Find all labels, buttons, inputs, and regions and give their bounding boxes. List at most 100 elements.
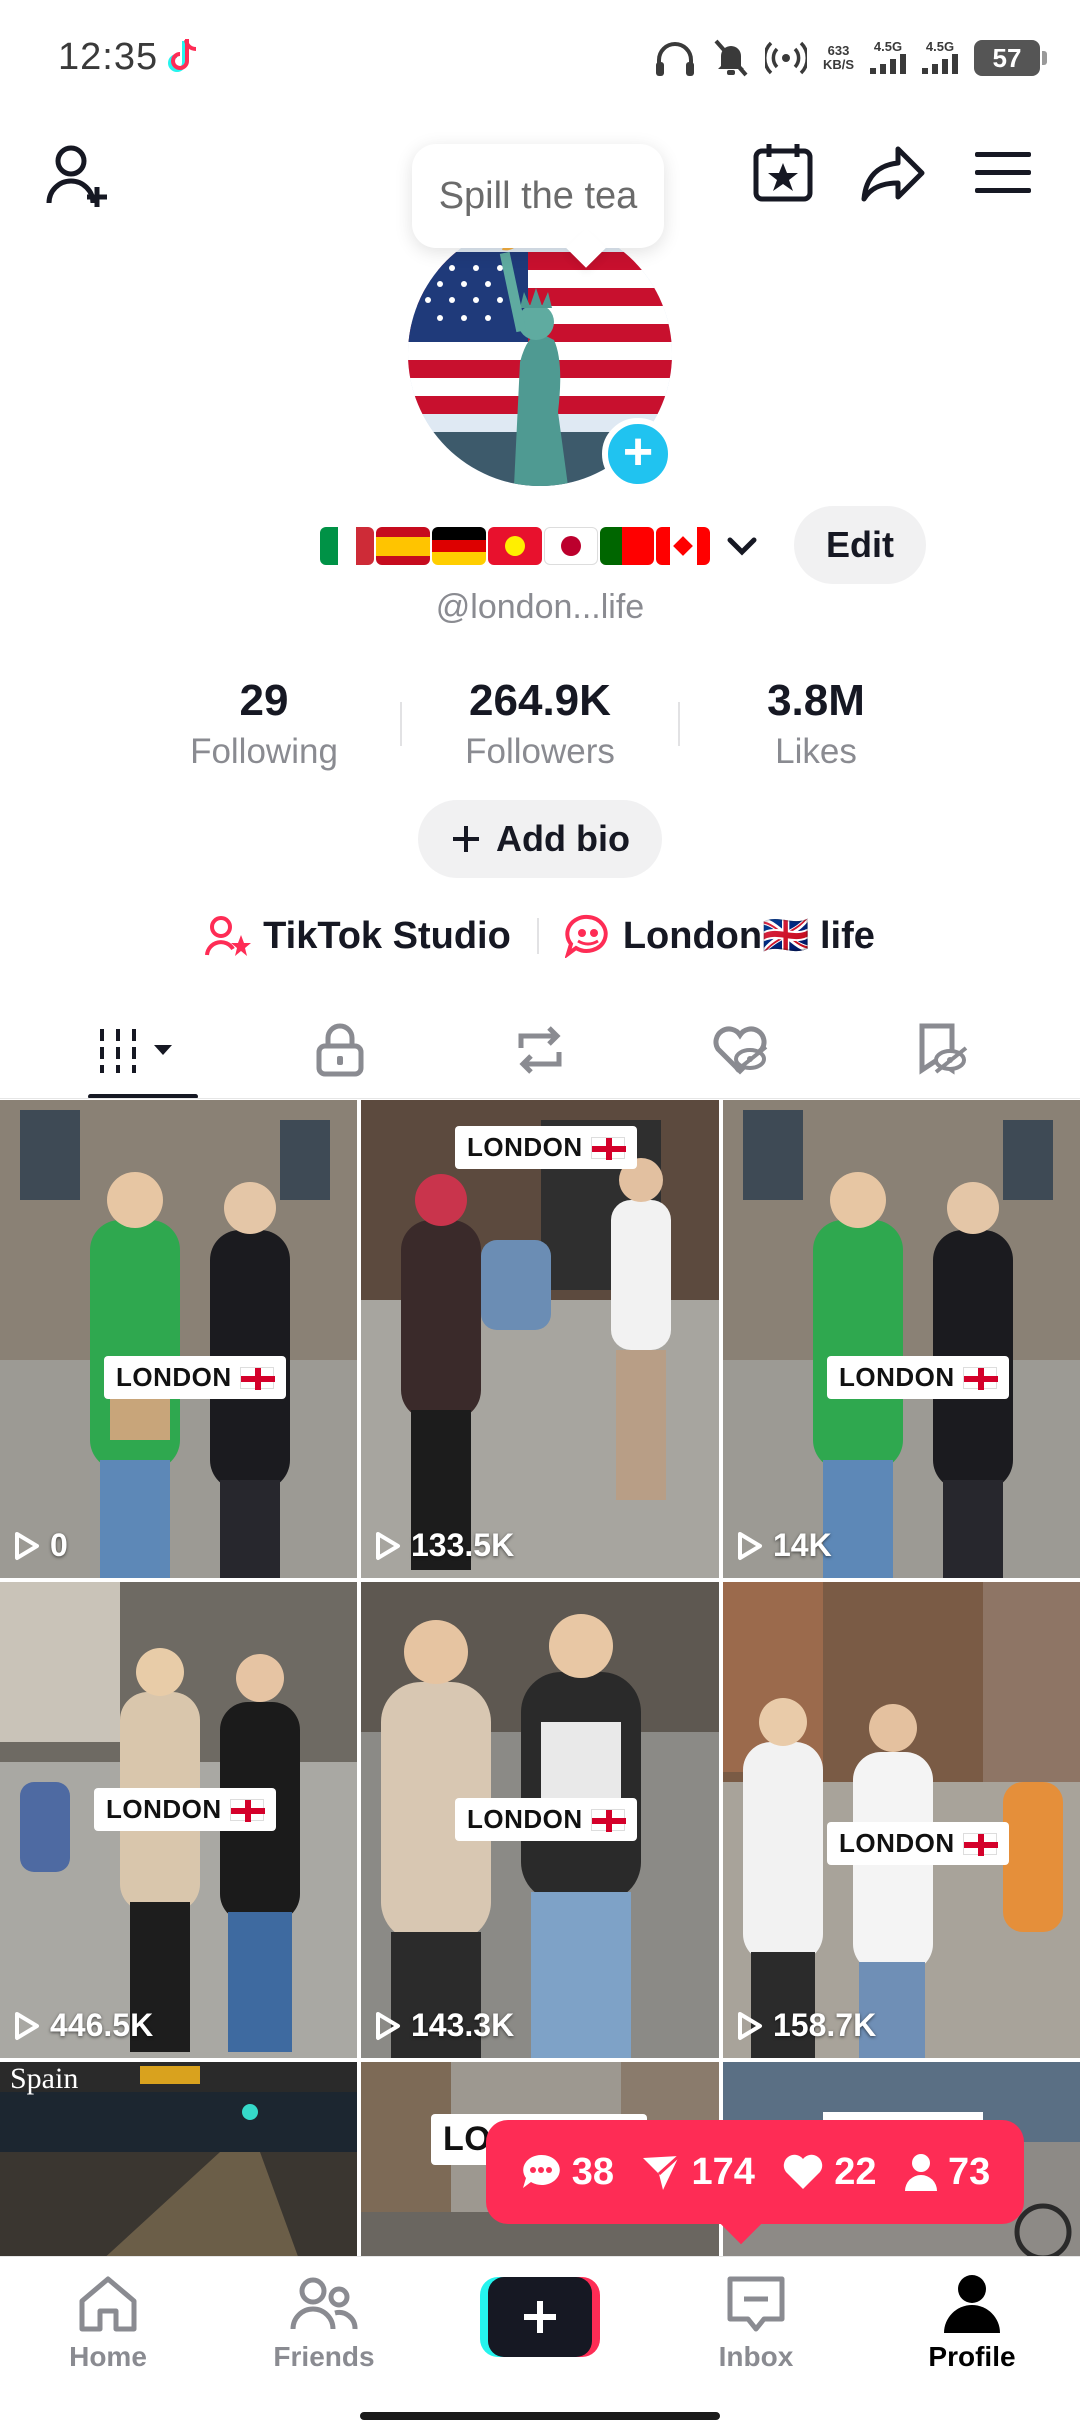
tooltip-spill-the-tea[interactable]: Spill the tea — [412, 144, 664, 248]
play-icon — [738, 1531, 762, 1560]
england-flag-icon — [962, 1832, 998, 1856]
play-icon — [738, 2011, 762, 2040]
comment-icon — [522, 2154, 560, 2188]
england-flag-icon — [239, 1366, 275, 1390]
profile-stats: 29 Following 264.9K Followers 3.8M Likes — [0, 676, 1080, 786]
tab-liked[interactable] — [632, 1000, 848, 1100]
video-caption-tag: LONDON — [455, 1126, 637, 1169]
links-divider — [536, 918, 539, 954]
video-thumbnail[interactable]: LONDON 446.5K — [0, 1582, 357, 2058]
create-video-button[interactable] — [480, 2277, 600, 2357]
video-caption-tag: Spain — [10, 2062, 79, 2095]
home-icon — [79, 2276, 137, 2332]
nav-inbox[interactable]: Inbox — [656, 2273, 856, 2373]
chevron-down-icon[interactable] — [722, 526, 762, 566]
germany-flag-icon — [432, 527, 486, 565]
canada-flag-icon — [656, 527, 710, 565]
stat-divider — [678, 702, 680, 746]
person-icon — [905, 2154, 937, 2191]
plus-icon — [453, 826, 480, 852]
italy-flag-icon — [320, 527, 374, 565]
view-count: 133.5K — [375, 1527, 514, 1564]
video-thumbnail[interactable]: LONDON 133.5K — [361, 1100, 719, 1578]
hamburger-menu-icon — [975, 152, 1031, 193]
lock-icon — [316, 1023, 364, 1077]
portugal-flag-icon — [600, 527, 654, 565]
profile-icon — [944, 2275, 1000, 2333]
play-icon — [15, 1531, 39, 1560]
video-thumbnail[interactable]: LONDON 158.7K — [723, 1582, 1080, 2058]
add-story-button[interactable]: + — [602, 418, 674, 490]
inbox-icon — [727, 2276, 785, 2332]
video-thumbnail[interactable]: LONDON 0 — [0, 1100, 357, 1578]
tab-private[interactable] — [232, 1000, 448, 1100]
home-indicator[interactable] — [360, 2412, 720, 2420]
signal-1: 4.5G — [870, 39, 906, 77]
studio-icon — [205, 916, 252, 956]
view-count: 446.5K — [14, 2007, 153, 2044]
signal-bars-icon — [922, 53, 958, 74]
add-friend-button[interactable] — [40, 136, 120, 216]
tab-videos[interactable] — [34, 1000, 250, 1100]
view-count: 14K — [737, 1527, 832, 1564]
group-chat-icon — [564, 914, 608, 958]
activity-notification-bubble[interactable]: 38 174 22 73 — [486, 2120, 1024, 2224]
nav-home[interactable]: Home — [8, 2273, 208, 2373]
profile-tabs — [0, 1000, 1080, 1100]
play-icon — [376, 2011, 400, 2040]
video-thumbnail[interactable]: LONDON 143.3K — [361, 1582, 719, 2058]
video-caption-tag: LONDON — [827, 1356, 1009, 1399]
heart-icon — [784, 2154, 823, 2189]
grid-icon — [100, 1029, 172, 1073]
group-chat-link[interactable]: London🇬🇧 life — [564, 914, 875, 958]
tab-reposts[interactable] — [432, 1000, 648, 1100]
england-flag-icon — [229, 1798, 265, 1822]
stat-likes[interactable]: 3.8M Likes — [696, 676, 936, 772]
notif-followers: 73 — [904, 2151, 990, 2194]
video-preview-image — [723, 1582, 1080, 2058]
stat-followers[interactable]: 264.9K Followers — [420, 676, 660, 772]
display-name[interactable] — [320, 516, 762, 576]
share-profile-button[interactable] — [852, 132, 934, 214]
tabs-divider — [0, 1098, 1080, 1099]
stat-following[interactable]: 29 Following — [144, 676, 384, 772]
status-bar: 12:35 633 KB/S 4.5G 4.5G 57 — [0, 0, 1080, 110]
nav-profile[interactable]: Profile — [872, 2273, 1072, 2373]
menu-button[interactable] — [962, 132, 1044, 214]
video-grid: LONDON 0 LONDON 133.5K LONDON 14K LONDON… — [0, 1100, 1080, 2256]
signal-2: 4.5G — [922, 39, 958, 77]
spain-flag-icon — [376, 527, 430, 565]
kyrgyzstan-flag-icon — [488, 527, 542, 565]
bookmark-hidden-icon — [919, 1023, 968, 1075]
tiktok-studio-link[interactable]: TikTok Studio — [205, 915, 511, 958]
video-preview-image — [723, 1100, 1080, 1578]
view-count: 158.7K — [737, 2007, 876, 2044]
headphones-icon — [655, 42, 694, 76]
video-thumbnail[interactable]: LONDON 14K — [723, 1100, 1080, 1578]
add-person-icon — [46, 145, 107, 207]
notif-likes: 22 — [782, 2151, 877, 2194]
video-caption-tag: LONDON — [94, 1788, 276, 1831]
nav-friends[interactable]: Friends — [224, 2273, 424, 2373]
japan-flag-icon — [544, 527, 598, 565]
calendar-star-button[interactable] — [742, 132, 824, 214]
status-time: 12:35 — [58, 36, 159, 78]
notif-shares: 174 — [641, 2151, 755, 2194]
send-icon — [643, 2154, 681, 2190]
view-count: 0 — [14, 1527, 68, 1564]
view-count: 143.3K — [375, 2007, 514, 2044]
edit-profile-button[interactable]: Edit — [794, 506, 926, 584]
england-flag-icon — [590, 1136, 626, 1160]
calendar-star-icon — [753, 144, 813, 202]
signal-bars-icon — [870, 53, 906, 74]
tab-favorites[interactable] — [832, 1000, 1048, 1100]
video-thumbnail[interactable]: Spain — [0, 2062, 357, 2256]
stat-divider — [400, 702, 402, 746]
friends-icon — [290, 2277, 358, 2330]
tiktok-notification-icon — [168, 39, 197, 72]
add-bio-button[interactable]: Add bio — [418, 800, 662, 878]
bottom-navigation: Home Friends Inbox Profile — [0, 2256, 1080, 2436]
hotspot-icon — [764, 41, 807, 75]
video-caption-tag: LONDON — [827, 1822, 1009, 1865]
repost-icon — [518, 1026, 562, 1074]
